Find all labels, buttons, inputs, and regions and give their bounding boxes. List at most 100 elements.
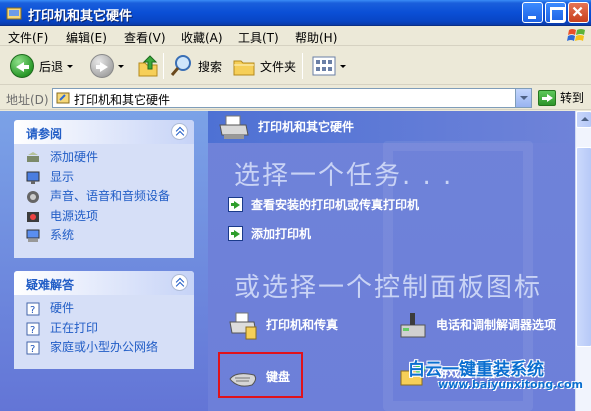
go-arrow-icon [538,89,556,106]
address-input[interactable]: 打印机和其它硬件 [52,88,532,108]
svg-text:?: ? [30,305,35,316]
forward-button[interactable] [90,54,124,78]
back-button[interactable]: 后退 [10,54,74,78]
speaker-icon [27,191,39,203]
go-label: 转到 [560,91,585,105]
menu-tools[interactable]: 工具(T) [238,29,279,46]
task-add-printer[interactable]: 添加打印机 [228,225,311,242]
troubleshoot-header[interactable]: 疑难解答 [14,271,194,295]
windows-logo-icon [567,29,585,41]
menu-view[interactable]: 查看(V) [124,29,166,46]
see-also-panel: 请参阅 添加硬件 显示 声音、语音和音频设备 电源选项 系统 [14,120,194,258]
forward-dropdown-icon[interactable] [118,64,124,68]
task-label: 添加打印机 [251,227,312,241]
see-also-display[interactable]: 显示 [14,168,194,188]
go-button[interactable]: 转到 [538,89,584,106]
cp-heading: 或选择一个控制面板图标 [234,273,543,303]
menu-file[interactable]: 文件(F) [8,29,48,46]
watermark-url: www.baiyunxitong.com [438,378,583,391]
cp-item-label: 电话和调制解调器选项 [436,318,557,332]
svg-text:?: ? [30,325,35,336]
forward-arrow-icon [90,54,114,78]
maximize-button[interactable] [545,2,566,23]
views-button[interactable] [312,56,346,76]
menu-edit[interactable]: 编辑(E) [66,29,107,46]
see-also-item-label: 添加硬件 [50,150,99,164]
see-also-sound[interactable]: 声音、语音和音频设备 [14,187,194,207]
up-folder-icon [138,55,158,77]
troubleshoot-title: 疑难解答 [26,278,75,292]
menu-favorites[interactable]: 收藏(A) [181,29,223,46]
task-label: 查看安装的打印机或传真打印机 [251,198,420,212]
vertical-scrollbar[interactable] [575,111,591,411]
address-label: 地址(D) [6,93,49,107]
help-icon: ? [26,341,40,355]
back-label: 后退 [39,59,64,74]
search-icon [170,55,191,76]
task-arrow-icon [228,197,243,212]
help-icon: ? [26,322,40,336]
control-panel-icon [56,92,70,104]
task-view-printers[interactable]: 查看安装的打印机或传真打印机 [228,196,419,213]
collapse-chevron-icon[interactable] [171,274,188,291]
printer-icon [219,115,249,139]
see-also-system[interactable]: 系统 [14,226,194,246]
search-button[interactable]: 搜索 [170,54,222,78]
back-dropdown-icon[interactable] [67,64,74,68]
close-button[interactable] [568,2,589,23]
see-also-power[interactable]: 电源选项 [14,207,194,227]
views-dropdown-icon[interactable] [340,64,346,68]
toolbar: 后退 搜索 文件夹 [0,47,591,85]
see-also-title: 请参阅 [26,127,63,141]
menu-help[interactable]: 帮助(H) [295,29,337,46]
control-panel-icon [6,7,22,20]
cp-item-label: 打印机和传真 [266,318,339,332]
folders-label: 文件夹 [260,59,297,74]
content-header: 打印机和其它硬件 [208,111,575,143]
address-value: 打印机和其它硬件 [74,93,171,107]
views-icon [312,56,336,76]
toolbar-separator [302,53,303,79]
folders-icon [233,60,255,76]
troubleshoot-item-label: 硬件 [50,301,75,315]
address-bar: 地址(D) 打印机和其它硬件 转到 [0,86,591,110]
up-folder-button[interactable] [136,53,160,79]
help-icon: ? [26,302,40,316]
folders-button[interactable]: 文件夹 [232,54,296,78]
see-also-item-label: 显示 [50,169,75,184]
cp-printers-faxes[interactable]: 打印机和传真 [228,311,338,341]
system-icon [26,229,40,242]
task-pane: 请参阅 添加硬件 显示 声音、语音和音频设备 电源选项 系统 疑难解答 ? 硬件… [0,111,208,411]
task-heading: 选择一个任务. . . [234,161,454,191]
task-arrow-icon [228,226,243,241]
scroll-up-button[interactable] [576,111,591,128]
phone-modem-icon [400,313,426,338]
printer-fax-icon [229,312,257,340]
toolbar-separator [163,53,164,79]
search-label: 搜索 [198,59,223,74]
troubleshoot-item-label: 正在打印 [50,320,99,335]
troubleshoot-item-label: 家庭或小型办公网络 [50,340,159,354]
window-title: 打印机和其它硬件 [28,9,133,24]
content-title: 打印机和其它硬件 [258,120,355,134]
power-icon [27,211,39,222]
collapse-chevron-icon[interactable] [171,123,188,140]
see-also-add-hardware[interactable]: 添加硬件 [14,148,194,168]
scroll-thumb[interactable] [576,147,591,347]
watermark-brand: 白云一键重装系统 [408,360,544,380]
troubleshoot-network[interactable]: ? 家庭或小型办公网络 [14,338,194,358]
troubleshoot-printing[interactable]: ? 正在打印 [14,319,194,339]
svg-text:?: ? [30,344,35,355]
see-also-item-label: 电源选项 [50,208,99,223]
see-also-item-label: 声音、语音和音频设备 [50,189,171,203]
minimize-button[interactable] [522,2,543,23]
troubleshoot-hardware[interactable]: ? 硬件 [14,299,194,319]
title-bar[interactable]: 打印机和其它硬件 [0,0,591,26]
troubleshoot-panel: 疑难解答 ? 硬件 ? 正在打印 ? 家庭或小型办公网络 [14,271,194,369]
see-also-header[interactable]: 请参阅 [14,120,194,144]
address-dropdown-button[interactable] [515,89,531,107]
see-also-item-label: 系统 [50,228,75,242]
keyboard-highlight-box [218,352,303,398]
back-arrow-icon [10,54,34,78]
cp-phone-modem[interactable]: 电话和调制解调器选项 [398,311,575,341]
